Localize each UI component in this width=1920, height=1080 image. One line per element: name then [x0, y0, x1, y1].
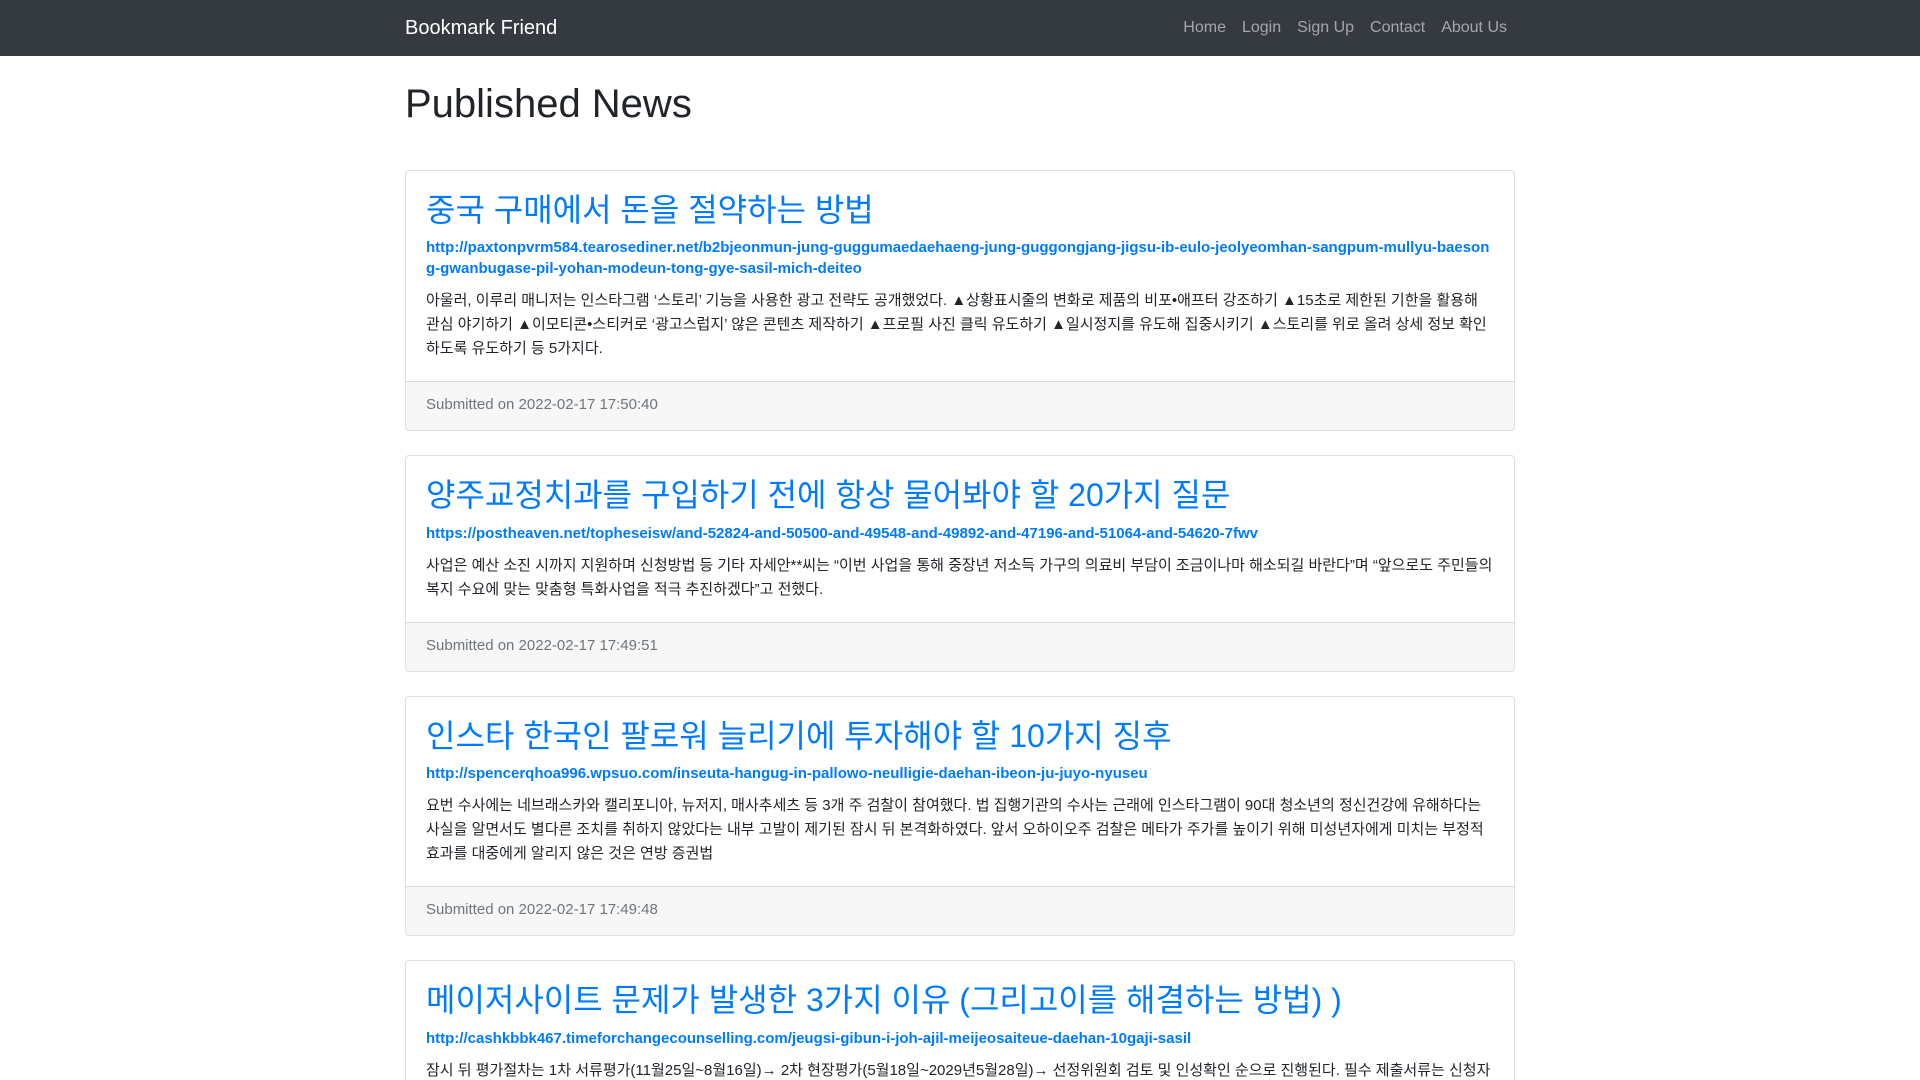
nav-signup-link[interactable]: Sign Up — [1289, 11, 1362, 45]
news-url-link[interactable]: http://spencerqhoa996.wpsuo.com/inseuta-… — [426, 763, 1494, 784]
news-card-body: 인스타 한국인 팔로워 늘리기에 투자해야 할 10가지 징후 http://s… — [406, 697, 1514, 886]
news-card: 메이저사이트 문제가 발생한 3가지 이유 (그리고이를 해결하는 방법) ) … — [405, 960, 1515, 1080]
nav-links: Home Login Sign Up Contact About Us — [1175, 11, 1515, 45]
news-title-link[interactable]: 메이저사이트 문제가 발생한 3가지 이유 (그리고이를 해결하는 방법) ) — [426, 981, 1494, 1019]
news-url-link[interactable]: https://postheaven.net/topheseisw/and-52… — [426, 523, 1494, 544]
nav-about-link[interactable]: About Us — [1433, 11, 1515, 45]
top-navbar: Bookmark Friend Home Login Sign Up Conta… — [0, 0, 1920, 56]
brand-link[interactable]: Bookmark Friend — [405, 17, 557, 40]
news-card-body: 메이저사이트 문제가 발생한 3가지 이유 (그리고이를 해결하는 방법) ) … — [406, 961, 1514, 1080]
news-card-body: 양주교정치과를 구입하기 전에 항상 물어봐야 할 20가지 질문 https:… — [406, 456, 1514, 621]
nav-login-link[interactable]: Login — [1234, 11, 1289, 45]
news-card: 인스타 한국인 팔로워 늘리기에 투자해야 할 10가지 징후 http://s… — [405, 695, 1515, 937]
page-title: Published News — [405, 82, 692, 126]
news-card-body: 중국 구매에서 돈을 절약하는 방법 http://paxtonpvrm584.… — [406, 171, 1514, 381]
news-submitted-date: Submitted on 2022-02-17 17:50:40 — [406, 381, 1514, 431]
news-url-link[interactable]: http://cashkbbk467.timeforchangecounsell… — [426, 1028, 1494, 1049]
news-submitted-date: Submitted on 2022-02-17 17:49:51 — [406, 621, 1514, 671]
news-url-link[interactable]: http://paxtonpvrm584.tearosediner.net/b2… — [426, 237, 1494, 279]
news-card: 양주교정치과를 구입하기 전에 항상 물어봐야 할 20가지 질문 https:… — [405, 455, 1515, 672]
news-title-link[interactable]: 양주교정치과를 구입하기 전에 항상 물어봐야 할 20가지 질문 — [426, 476, 1494, 514]
news-summary: 요번 수사에는 네브래스카와 캘리포니아, 뉴저지, 매사추세츠 등 3개 주 … — [426, 797, 1484, 863]
news-title-link[interactable]: 중국 구매에서 돈을 절약하는 방법 — [426, 191, 1494, 229]
main-container: Published News 중국 구매에서 돈을 절약하는 방법 http:/… — [405, 80, 1515, 1080]
news-summary: 잠시 뒤 평가절차는 1차 서류평가(11월25일~8월16일)→ 2차 현장평… — [426, 1061, 1491, 1079]
news-submitted-date: Submitted on 2022-02-17 17:49:48 — [406, 886, 1514, 936]
news-title-link[interactable]: 인스타 한국인 팔로워 늘리기에 투자해야 할 10가지 징후 — [426, 717, 1494, 755]
nav-contact-link[interactable]: Contact — [1362, 11, 1433, 45]
news-card: 중국 구매에서 돈을 절약하는 방법 http://paxtonpvrm584.… — [405, 170, 1515, 432]
nav-home-link[interactable]: Home — [1175, 11, 1234, 45]
news-summary: 아울러, 이루리 매니저는 인스타그램 ‘스토리’ 기능을 사용한 광고 전략도… — [426, 292, 1487, 358]
news-list: 중국 구매에서 돈을 절약하는 방법 http://paxtonpvrm584.… — [405, 170, 1515, 1080]
news-summary: 사업은 예산 소진 시까지 지원하며 신청방법 등 기타 자세안**씨는 “이번… — [426, 556, 1493, 598]
navbar-inner: Bookmark Friend Home Login Sign Up Conta… — [405, 0, 1515, 56]
